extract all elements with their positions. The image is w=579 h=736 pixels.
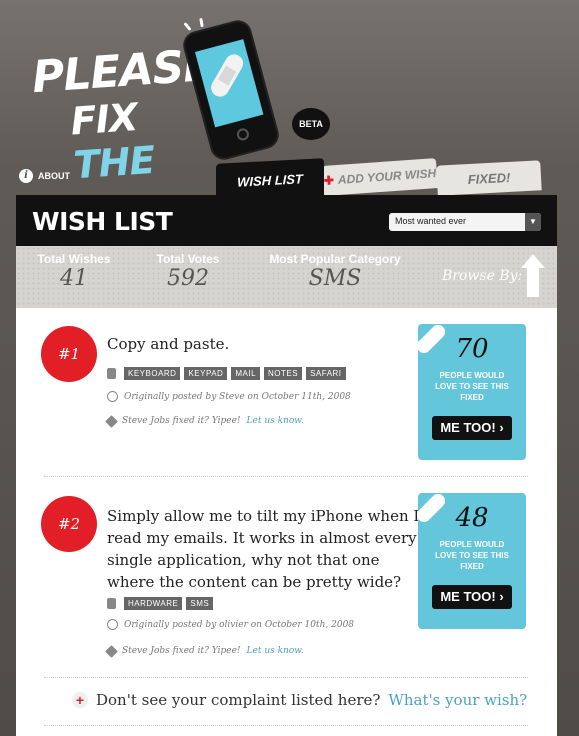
about-link[interactable]: i ABOUT <box>19 169 70 183</box>
vote-count: 70 <box>455 334 489 364</box>
posted-info: Originally posted by olivier on October … <box>107 619 354 630</box>
sort-select[interactable]: Most wanted ever ▼ <box>389 213 541 231</box>
let-us-know-link[interactable]: Let us know. <box>247 416 304 426</box>
vote-caption: PEOPLE WOULD LOVE TO SEE THIS FIXED <box>435 371 509 402</box>
stat-popular-category: Most Popular Category SMS <box>269 252 401 291</box>
stat-total-wishes: Total Wishes 41 <box>37 252 111 291</box>
tag[interactable]: HARDWARE <box>124 597 183 610</box>
wish-text[interactable]: Copy and paste. <box>107 333 229 355</box>
whats-your-wish-link[interactable]: What's your wish? <box>388 691 527 709</box>
plus-icon: ✚ <box>323 173 335 188</box>
clock-icon <box>107 619 118 630</box>
tab-fixed[interactable]: FIXED! <box>436 160 542 196</box>
plus-icon: + <box>72 692 88 708</box>
spark-icon <box>199 17 204 28</box>
rank-badge: #2 <box>44 499 94 549</box>
tag-icon <box>107 598 116 609</box>
wish-list-panel: WISH LIST Most wanted ever ▼ Total Wishe… <box>16 195 557 736</box>
divider <box>44 476 528 478</box>
vote-caption: PEOPLE WOULD LOVE TO SEE THIS FIXED <box>435 540 509 571</box>
sort-value: Most wanted ever <box>395 216 467 226</box>
add-wish-prompt: + Don't see your complaint listed here? … <box>72 691 527 709</box>
wish-text[interactable]: Simply allow me to tilt my iPhone when I… <box>107 505 419 593</box>
fixed-info: Steve Jobs fixed it? Yipee! Let us know. <box>105 414 304 428</box>
posted-info: Originally posted by Steve on October 11… <box>107 391 351 402</box>
tag[interactable]: NOTES <box>264 367 303 380</box>
clock-icon <box>107 391 118 402</box>
divider <box>44 677 528 679</box>
fixed-info: Steve Jobs fixed it? Yipee! Let us know. <box>105 644 304 658</box>
wrench-icon <box>105 644 118 658</box>
vote-box: 48 PEOPLE WOULD LOVE TO SEE THIS FIXED M… <box>414 491 526 629</box>
browse-by-label[interactable]: Browse By: <box>442 268 522 284</box>
divider <box>44 725 528 727</box>
vote-box: 70 PEOPLE WOULD LOVE TO SEE THIS FIXED M… <box>414 322 526 460</box>
info-icon: i <box>19 169 33 183</box>
vote-count: 48 <box>455 503 489 533</box>
tag[interactable]: SMS <box>186 597 214 610</box>
page-title: WISH LIST <box>32 207 173 236</box>
about-label: ABOUT <box>38 171 70 181</box>
panel-header: WISH LIST Most wanted ever ▼ <box>16 195 557 246</box>
let-us-know-link[interactable]: Let us know. <box>247 646 304 656</box>
beta-badge: BETA <box>292 108 330 140</box>
tag[interactable]: SAFARI <box>306 367 346 380</box>
stats-bar: Total Wishes 41 Total Votes 592 Most Pop… <box>16 246 557 308</box>
me-too-button[interactable]: ME TOO! › <box>432 416 512 440</box>
rank-badge: #1 <box>44 329 94 379</box>
wrench-icon <box>105 414 118 428</box>
home-button-icon <box>235 127 251 142</box>
tag-icon <box>107 368 116 379</box>
tag[interactable]: MAIL <box>231 367 261 380</box>
tag-list: HARDWARE SMS <box>107 597 214 610</box>
me-too-button[interactable]: ME TOO! › <box>432 585 512 609</box>
tab-add-your-wish[interactable]: ✚ ADD YOUR WISH <box>322 158 438 196</box>
stat-total-votes: Total Votes 592 <box>156 252 220 291</box>
spark-icon <box>183 22 192 31</box>
tag[interactable]: KEYBOARD <box>124 367 181 380</box>
tag[interactable]: KEYPAD <box>184 367 228 380</box>
chevron-down-icon: ▼ <box>525 213 541 231</box>
tag-list: KEYBOARD KEYPAD MAIL NOTES SAFARI <box>107 367 346 380</box>
